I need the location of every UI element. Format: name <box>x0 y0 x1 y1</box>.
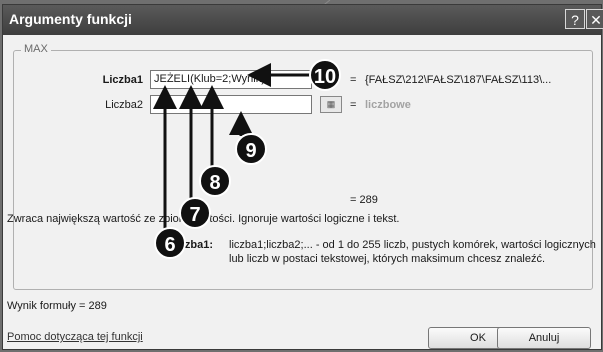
callout-6: 6 <box>154 227 186 259</box>
callout-8: 8 <box>199 165 231 197</box>
callout-9: 9 <box>235 133 267 165</box>
function-arguments-dialog: Argumenty funkcji ? ✕ MAX Liczba1 JEŻELI… <box>2 4 603 350</box>
callout-7: 7 <box>179 197 211 229</box>
callout-10: 10 <box>309 59 341 91</box>
annotation-arrows <box>153 63 311 231</box>
